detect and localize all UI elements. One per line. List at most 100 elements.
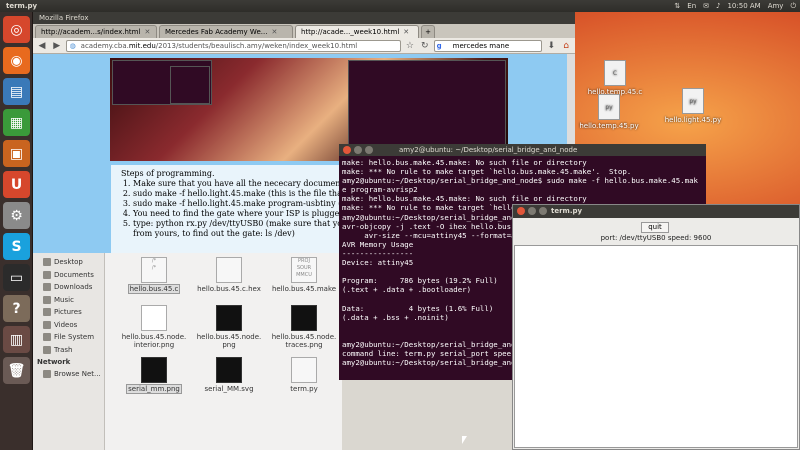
tab-week10[interactable]: http://acade..._week10.html ✕ — [295, 25, 419, 38]
terminal-title: amy2@ubuntu: ~/Desktop/serial_bridge_and… — [399, 146, 578, 154]
file-label: serial_MM.svg — [204, 385, 254, 393]
music-icon — [43, 295, 51, 304]
close-icon[interactable] — [343, 146, 351, 154]
back-icon[interactable]: ◀ — [36, 40, 48, 52]
bookmark-star-icon[interactable]: ☆ — [404, 40, 416, 52]
desktop-file-hello-temp-py[interactable]: py hello.temp.45.py — [579, 94, 639, 130]
launcher: ◎ ◉ ▤ ▦ ▣ U ⚙ S ▭ ? ▥ 🗑 — [0, 12, 33, 450]
serial-output-area[interactable] — [514, 245, 798, 448]
clock[interactable]: 10:50 AM — [727, 0, 760, 12]
file-item[interactable]: PROJ SOUR MMCU hello.bus.45.make — [264, 255, 344, 293]
google-icon: g — [436, 41, 442, 50]
hex-file-icon — [216, 257, 242, 283]
termpy-title: term.py — [551, 207, 583, 215]
reload-icon[interactable]: ↻ — [419, 40, 431, 52]
minimize-icon[interactable] — [354, 146, 362, 154]
sidebar-item-downloads[interactable]: Downloads — [33, 281, 104, 294]
image-thumbnail-icon — [141, 305, 167, 331]
close-icon[interactable]: ✕ — [271, 26, 277, 38]
close-icon[interactable]: ✕ — [144, 26, 150, 38]
svg-thumbnail-icon — [216, 357, 242, 383]
settings-icon[interactable]: ⚙ — [3, 202, 30, 229]
mouse-cursor-icon — [462, 436, 467, 444]
download-icon[interactable]: ⬇ — [545, 40, 557, 52]
minimize-icon[interactable] — [528, 207, 536, 215]
search-input[interactable]: g mercedes mane — [433, 39, 543, 52]
user-menu[interactable]: Amy — [768, 0, 784, 12]
skype-icon[interactable]: S — [3, 233, 30, 260]
file-label: hello.bus.45.node. png — [196, 333, 262, 349]
sidebar-item-label: Downloads — [54, 283, 93, 292]
terminal-icon[interactable]: ▭ — [3, 264, 30, 291]
sidebar-item-browse-network[interactable]: Browse Net... — [33, 368, 104, 381]
pictures-icon — [43, 308, 51, 317]
sidebar-item-desktop[interactable]: Desktop — [33, 256, 104, 269]
home-icon[interactable]: ⌂ — [560, 40, 572, 52]
sidebar-item-filesystem[interactable]: File System — [33, 331, 104, 344]
sidebar-item-label: Pictures — [54, 308, 82, 317]
file-item[interactable]: term.py — [264, 355, 344, 393]
file-item[interactable]: hello.bus.45.c.hex — [189, 255, 269, 293]
globe-icon: ◍ — [69, 41, 76, 50]
image-thumbnail-icon — [291, 305, 317, 331]
image-thumbnail-icon — [216, 305, 242, 331]
tab-label: http://acade..._week10.html — [301, 28, 400, 36]
sidebar-item-documents[interactable]: Documents — [33, 269, 104, 282]
url-bar[interactable]: ◍ academy.cba.mit.edu/2013/students/beau… — [65, 39, 401, 52]
file-item[interactable]: hello.bus.45.node. traces.png — [264, 303, 344, 349]
calc-icon[interactable]: ▦ — [3, 109, 30, 136]
python-file-icon: py — [682, 88, 704, 114]
file-item[interactable]: hello.bus.45.node. png — [189, 303, 269, 349]
impress-icon[interactable]: ▣ — [3, 140, 30, 167]
maximize-icon[interactable] — [365, 146, 373, 154]
firefox-icon[interactable]: ◉ — [3, 47, 30, 74]
firefox-titlebar: Mozilla Firefox — [33, 12, 575, 24]
sidebar-item-music[interactable]: Music — [33, 294, 104, 307]
python-file-icon: py — [598, 94, 620, 120]
tab-index[interactable]: http://academ...s/index.html ✕ — [35, 25, 157, 38]
file-item[interactable]: serial_mm.png — [114, 355, 194, 394]
makefile-icon: PROJ SOUR MMCU — [291, 257, 317, 283]
network-icon[interactable]: ⇅ — [674, 0, 680, 12]
terminal-line: e program-avrisp2 — [342, 185, 418, 195]
quit-button[interactable]: quit — [641, 222, 669, 233]
close-icon[interactable] — [517, 207, 525, 215]
help-icon[interactable]: ? — [3, 295, 30, 322]
maximize-icon[interactable] — [539, 207, 547, 215]
trash-icon[interactable]: 🗑 — [3, 357, 30, 384]
mail-icon[interactable]: ✉ — [703, 0, 709, 12]
ubuntu-one-icon[interactable]: U — [3, 171, 30, 198]
ubuntu-icon[interactable]: ◎ — [3, 16, 30, 43]
sidebar-item-trash[interactable]: Trash — [33, 344, 104, 357]
desktop-file-hello-temp-c[interactable]: C hello.temp.45.c — [585, 60, 645, 96]
search-value: mercedes mane — [452, 41, 510, 50]
sidebar-item-videos[interactable]: Videos — [33, 319, 104, 332]
desktop-file-label: hello.light.45.py — [664, 116, 722, 124]
tab-mercedes[interactable]: Mercedes Fab Academy We... ✕ — [159, 25, 293, 38]
termpy-window: term.py quit port: /dev/ttyUSB0 speed: 9… — [512, 204, 800, 450]
keyboard-icon[interactable]: En — [687, 0, 696, 12]
file-item[interactable]: serial_MM.svg — [189, 355, 269, 393]
desktop-icon — [43, 258, 51, 267]
videos-icon — [43, 320, 51, 329]
file-label: term.py — [290, 385, 318, 393]
file-item[interactable]: hello.bus.45.node. interior.png — [114, 303, 194, 349]
sidebar-item-label: Music — [54, 295, 74, 304]
sidebar-item-pictures[interactable]: Pictures — [33, 306, 104, 319]
folder-icon — [43, 270, 51, 279]
close-icon[interactable]: ✕ — [403, 26, 409, 38]
file-item[interactable]: /*/* hello.bus.45.c — [114, 255, 194, 294]
new-tab-button[interactable]: + — [421, 25, 435, 38]
file-manager-sidebar: Desktop Documents Downloads Music Pictur… — [33, 253, 105, 450]
sidebar-item-label: Documents — [54, 270, 94, 279]
desktop-file-label: hello.temp.45.py — [579, 122, 639, 130]
forward-icon[interactable]: ▶ — [51, 40, 63, 52]
screenshot-terminal — [170, 66, 210, 104]
writer-icon[interactable]: ▤ — [3, 78, 30, 105]
firefox-navbar: ◀ ▶ ◍ academy.cba.mit.edu/2013/students/… — [33, 38, 575, 54]
volume-icon[interactable]: ♪ — [716, 0, 720, 12]
desktop-file-hello-light-py[interactable]: py hello.light.45.py — [663, 88, 723, 124]
active-app-title: term.py — [6, 2, 38, 10]
workspaces-icon[interactable]: ▥ — [3, 326, 30, 353]
power-icon[interactable]: ⏻ — [790, 0, 796, 12]
